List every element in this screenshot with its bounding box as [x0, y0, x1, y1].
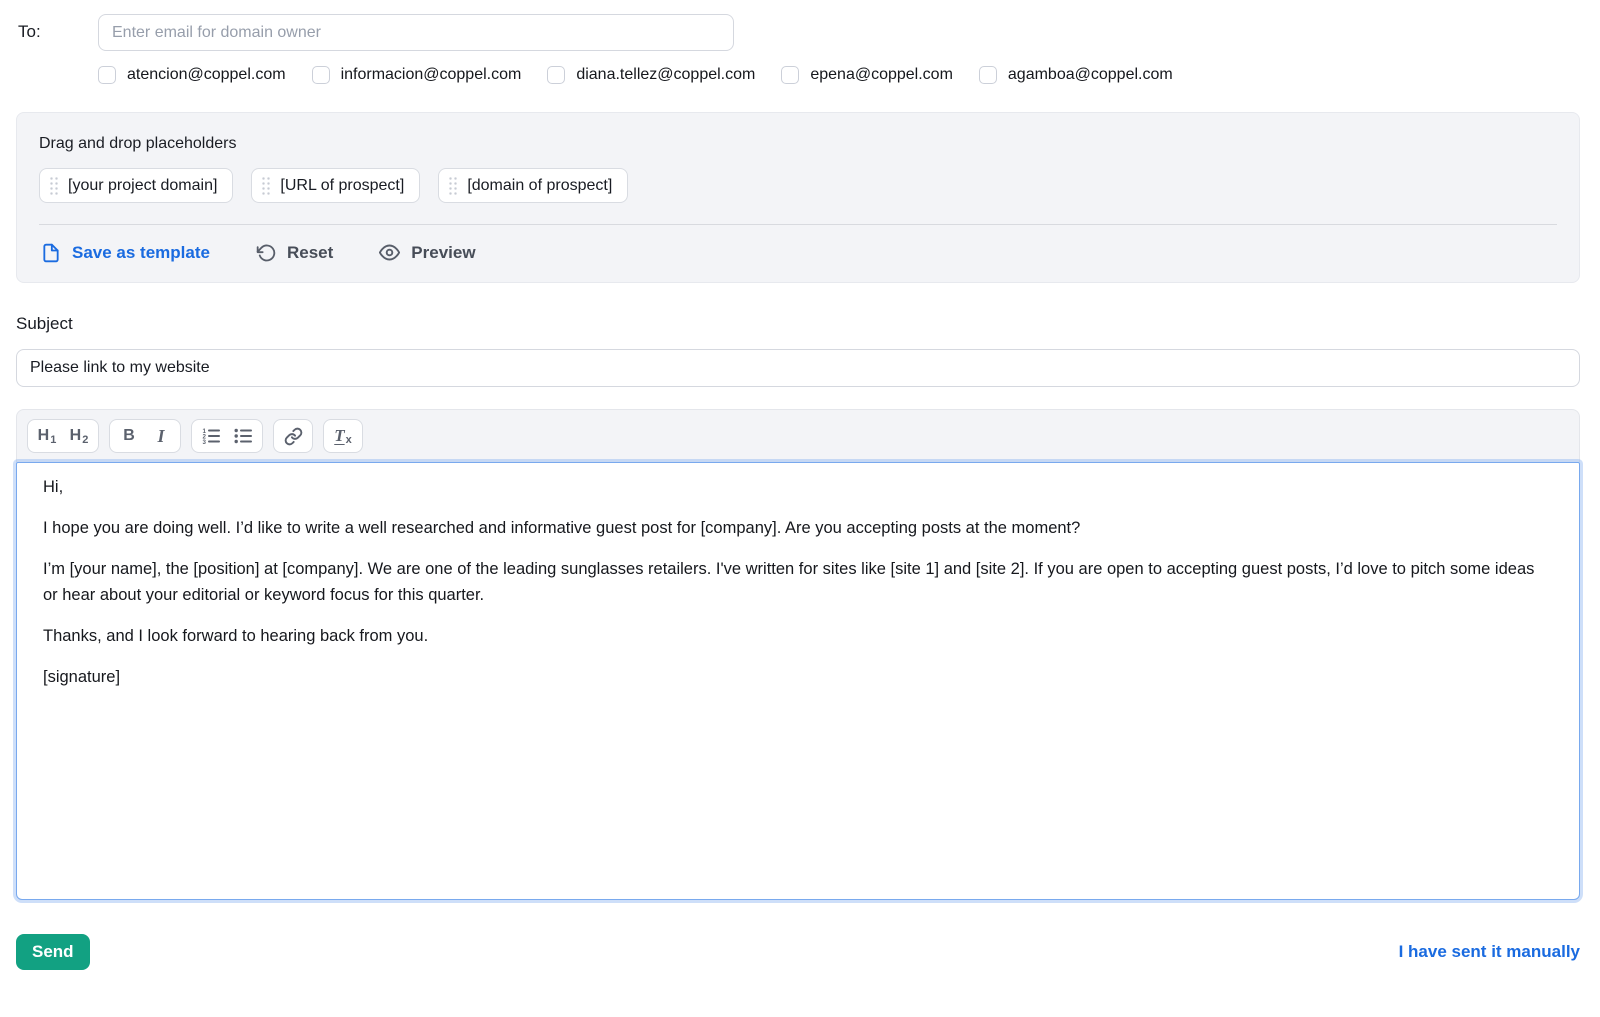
email-option[interactable]: atencion@coppel.com [98, 66, 286, 84]
email-option[interactable]: epena@coppel.com [781, 66, 953, 84]
text-style-buttons-group: B I [109, 419, 181, 453]
to-label: To: [16, 14, 98, 42]
send-button[interactable]: Send [16, 934, 90, 970]
drag-handle-icon [49, 176, 58, 195]
placeholder-chips-row: [your project domain] [URL of prospect] … [39, 168, 1557, 203]
email-option-label: diana.tellez@coppel.com [576, 66, 755, 84]
svg-text:3: 3 [203, 439, 207, 446]
email-suggestions-row: atencion@coppel.com informacion@coppel.c… [98, 66, 1580, 84]
file-icon [41, 243, 61, 263]
editor-toolbar: H1 H2 B I [16, 409, 1580, 462]
link-button-group [273, 419, 313, 453]
bullet-list-button[interactable] [227, 422, 259, 450]
placeholder-chip-your-project-domain[interactable]: [your project domain] [39, 168, 233, 203]
italic-label: I [157, 426, 164, 447]
sent-manually-link[interactable]: I have sent it manually [1399, 942, 1580, 962]
heading-buttons-group: H1 H2 [27, 419, 99, 453]
email-option[interactable]: agamboa@coppel.com [979, 66, 1173, 84]
email-checkbox[interactable] [312, 66, 330, 84]
clear-format-button-group: Tx [323, 419, 363, 453]
subject-input[interactable] [16, 349, 1580, 387]
email-option-label: informacion@coppel.com [341, 66, 522, 84]
clear-formatting-button[interactable]: Tx [327, 422, 359, 450]
placeholder-chip-domain-of-prospect[interactable]: [domain of prospect] [438, 168, 628, 203]
insert-link-button[interactable] [277, 422, 309, 450]
ordered-list-icon: 1 2 3 [201, 426, 221, 446]
eye-icon [379, 242, 400, 263]
email-option[interactable]: diana.tellez@coppel.com [547, 66, 755, 84]
panel-actions-row: Save as template Reset Preview [39, 225, 1557, 282]
placeholders-panel-title: Drag and drop placeholders [39, 135, 1557, 153]
placeholders-panel: Drag and drop placeholders [your project… [16, 112, 1580, 283]
drag-handle-icon [261, 176, 270, 195]
clear-formatting-sub: x [346, 434, 352, 446]
heading1-label: H [38, 427, 50, 445]
to-row: To: atencion@coppel.com informacion@copp… [16, 14, 1580, 84]
footer-actions-row: Send I have sent it manually [16, 934, 1580, 970]
reset-label: Reset [287, 243, 333, 263]
heading2-button[interactable]: H2 [63, 422, 95, 450]
placeholder-chip-label: [URL of prospect] [280, 177, 404, 195]
email-option-label: epena@coppel.com [810, 66, 953, 84]
subject-label: Subject [16, 314, 1580, 334]
heading2-sub: 2 [82, 434, 88, 446]
bold-label: B [123, 427, 135, 445]
drag-handle-icon [448, 176, 457, 195]
email-body-paragraph: [signature] [43, 664, 1553, 690]
link-icon [284, 427, 303, 446]
ordered-list-button[interactable]: 1 2 3 [195, 422, 227, 450]
heading1-sub: 1 [50, 434, 56, 446]
reset-button[interactable]: Reset [256, 243, 333, 263]
email-option-label: atencion@coppel.com [127, 66, 286, 84]
bold-button[interactable]: B [113, 422, 145, 450]
email-checkbox[interactable] [98, 66, 116, 84]
preview-label: Preview [411, 243, 475, 263]
email-checkbox[interactable] [979, 66, 997, 84]
email-body-paragraph: I hope you are doing well. I’d like to w… [43, 515, 1553, 541]
preview-button[interactable]: Preview [379, 242, 475, 263]
email-body-paragraph: I’m [your name], the [position] at [comp… [43, 556, 1553, 608]
placeholder-chip-label: [your project domain] [68, 177, 217, 195]
italic-button[interactable]: I [145, 422, 177, 450]
save-as-template-label: Save as template [72, 243, 210, 263]
email-option[interactable]: informacion@coppel.com [312, 66, 522, 84]
heading1-button[interactable]: H1 [31, 422, 63, 450]
heading2-label: H [70, 427, 82, 445]
email-body-paragraph: Hi, [43, 474, 1553, 500]
save-as-template-button[interactable]: Save as template [41, 243, 210, 263]
bullet-list-icon [233, 426, 253, 446]
email-body-paragraph: Thanks, and I look forward to hearing ba… [43, 623, 1553, 649]
clear-formatting-label: T [334, 426, 344, 446]
placeholder-chip-label: [domain of prospect] [467, 177, 612, 195]
recipient-email-input[interactable] [98, 14, 734, 51]
undo-arrow-icon [256, 243, 276, 263]
placeholder-chip-url-of-prospect[interactable]: [URL of prospect] [251, 168, 420, 203]
email-body-editor: H1 H2 B I [16, 409, 1580, 900]
list-buttons-group: 1 2 3 [191, 419, 263, 453]
email-option-label: agamboa@coppel.com [1008, 66, 1173, 84]
email-checkbox[interactable] [547, 66, 565, 84]
email-checkbox[interactable] [781, 66, 799, 84]
email-body-textarea[interactable]: Hi, I hope you are doing well. I’d like … [16, 462, 1580, 900]
